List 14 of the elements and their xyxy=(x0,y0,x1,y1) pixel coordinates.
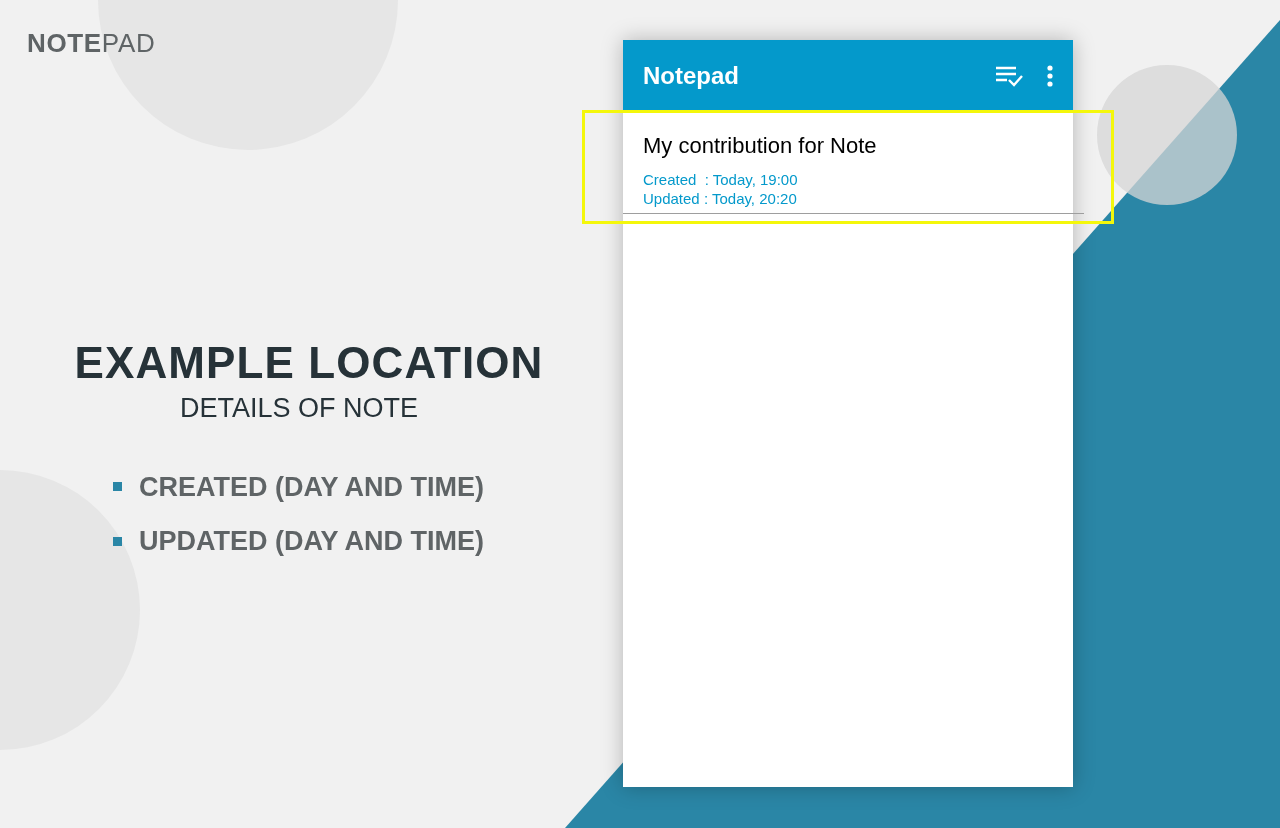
bullet-text: CREATED (DAY AND TIME) xyxy=(139,470,484,504)
heading: EXAMPLE LOCATION xyxy=(74,337,544,389)
bullet-icon xyxy=(113,536,122,546)
updated-time: Updated : Today, 20:20 xyxy=(643,189,798,208)
more-options-icon[interactable] xyxy=(1047,65,1053,87)
checklist-icon[interactable] xyxy=(995,65,1023,87)
bullet-text: UPDATED (DAY AND TIME) xyxy=(139,525,484,558)
subheading: DETAILS OF NOTE xyxy=(180,392,419,425)
bullet-icon xyxy=(113,482,122,492)
note-item[interactable]: My contribution for Note Created : Today, 19:00 Updated : Today, 20:20 xyxy=(623,115,1084,214)
note-title: My contribution for Note xyxy=(643,132,878,160)
app-title: Notepad xyxy=(643,61,740,91)
brand-logo: NOTEPAD xyxy=(27,28,156,58)
created-time: Created : Today, 19:00 xyxy=(643,170,799,189)
